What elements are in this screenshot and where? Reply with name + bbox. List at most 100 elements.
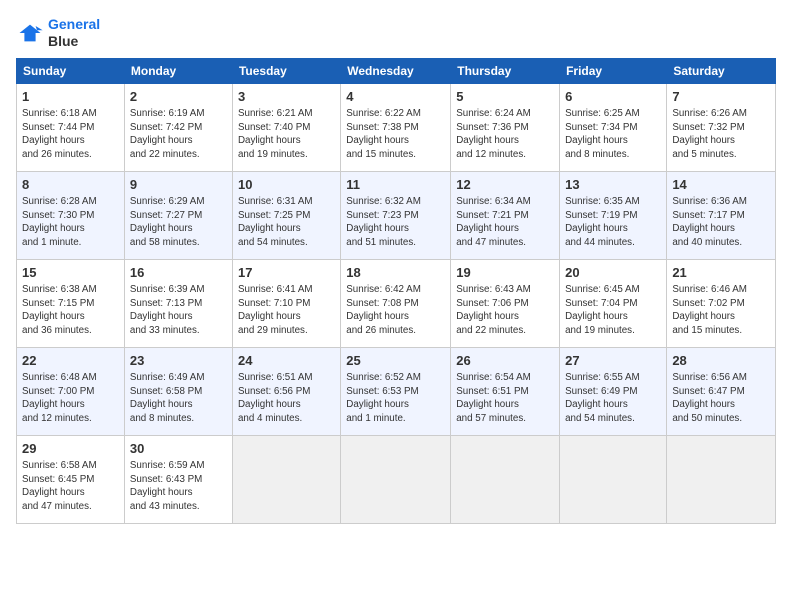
calendar-cell: 8Sunrise: 6:28 AMSunset: 7:30 PMDaylight… [17, 171, 125, 259]
cell-sunrise: Sunrise: 6:52 AM [346, 372, 421, 383]
weekday-header: Sunday [17, 58, 125, 83]
cell-sunset: Sunset: 7:08 PM [346, 298, 418, 309]
calendar-cell: 3Sunrise: 6:21 AMSunset: 7:40 PMDaylight… [232, 83, 340, 171]
calendar-cell: 17Sunrise: 6:41 AMSunset: 7:10 PMDayligh… [232, 259, 340, 347]
cell-daylight-value: and 22 minutes. [456, 325, 526, 336]
cell-daylight-label: Daylight hours [565, 223, 628, 234]
cell-sunrise: Sunrise: 6:29 AM [130, 196, 205, 207]
cell-daylight-label: Daylight hours [22, 135, 85, 146]
calendar-cell [667, 435, 776, 523]
cell-daylight-label: Daylight hours [672, 399, 735, 410]
calendar-cell: 20Sunrise: 6:45 AMSunset: 7:04 PMDayligh… [560, 259, 667, 347]
cell-daylight-value: and 47 minutes. [456, 237, 526, 248]
cell-sunset: Sunset: 6:47 PM [672, 386, 744, 397]
calendar-cell: 4Sunrise: 6:22 AMSunset: 7:38 PMDaylight… [341, 83, 451, 171]
calendar-cell [232, 435, 340, 523]
cell-daylight-label: Daylight hours [565, 399, 628, 410]
cell-sunset: Sunset: 7:40 PM [238, 122, 310, 133]
cell-daylight-value: and 1 minute. [346, 413, 405, 424]
cell-daylight-label: Daylight hours [346, 311, 409, 322]
cell-daylight-value: and 36 minutes. [22, 325, 92, 336]
cell-daylight-value: and 22 minutes. [130, 149, 200, 160]
calendar-week-row: 15Sunrise: 6:38 AMSunset: 7:15 PMDayligh… [17, 259, 776, 347]
cell-sunset: Sunset: 7:30 PM [22, 210, 94, 221]
calendar-cell: 1Sunrise: 6:18 AMSunset: 7:44 PMDaylight… [17, 83, 125, 171]
logo-icon [16, 19, 44, 47]
calendar-cell: 16Sunrise: 6:39 AMSunset: 7:13 PMDayligh… [124, 259, 232, 347]
day-number: 17 [238, 264, 335, 282]
cell-sunset: Sunset: 6:56 PM [238, 386, 310, 397]
cell-daylight-value: and 4 minutes. [238, 413, 302, 424]
day-number: 14 [672, 176, 770, 194]
day-number: 6 [565, 88, 661, 106]
cell-sunrise: Sunrise: 6:31 AM [238, 196, 313, 207]
cell-daylight-label: Daylight hours [130, 487, 193, 498]
cell-sunset: Sunset: 6:43 PM [130, 474, 202, 485]
cell-sunset: Sunset: 6:49 PM [565, 386, 637, 397]
cell-sunset: Sunset: 7:36 PM [456, 122, 528, 133]
logo-text: General Blue [48, 16, 100, 50]
cell-sunrise: Sunrise: 6:18 AM [22, 108, 97, 119]
weekday-header: Monday [124, 58, 232, 83]
cell-daylight-value: and 33 minutes. [130, 325, 200, 336]
cell-daylight-value: and 1 minute. [22, 237, 81, 248]
day-number: 13 [565, 176, 661, 194]
calendar-cell: 18Sunrise: 6:42 AMSunset: 7:08 PMDayligh… [341, 259, 451, 347]
day-number: 23 [130, 352, 227, 370]
day-number: 19 [456, 264, 554, 282]
calendar-cell: 10Sunrise: 6:31 AMSunset: 7:25 PMDayligh… [232, 171, 340, 259]
cell-daylight-label: Daylight hours [346, 135, 409, 146]
calendar-cell: 14Sunrise: 6:36 AMSunset: 7:17 PMDayligh… [667, 171, 776, 259]
calendar-cell: 28Sunrise: 6:56 AMSunset: 6:47 PMDayligh… [667, 347, 776, 435]
calendar-cell: 7Sunrise: 6:26 AMSunset: 7:32 PMDaylight… [667, 83, 776, 171]
cell-daylight-value: and 57 minutes. [456, 413, 526, 424]
cell-sunrise: Sunrise: 6:56 AM [672, 372, 747, 383]
cell-sunrise: Sunrise: 6:55 AM [565, 372, 640, 383]
cell-daylight-value: and 12 minutes. [22, 413, 92, 424]
calendar-cell: 22Sunrise: 6:48 AMSunset: 7:00 PMDayligh… [17, 347, 125, 435]
cell-sunset: Sunset: 7:13 PM [130, 298, 202, 309]
cell-sunrise: Sunrise: 6:58 AM [22, 460, 97, 471]
cell-daylight-label: Daylight hours [238, 135, 301, 146]
cell-daylight-label: Daylight hours [238, 223, 301, 234]
cell-daylight-value: and 58 minutes. [130, 237, 200, 248]
cell-sunset: Sunset: 7:15 PM [22, 298, 94, 309]
cell-daylight-value: and 12 minutes. [456, 149, 526, 160]
day-number: 12 [456, 176, 554, 194]
cell-daylight-value: and 26 minutes. [22, 149, 92, 160]
calendar-cell [560, 435, 667, 523]
cell-daylight-label: Daylight hours [22, 311, 85, 322]
calendar-cell: 30Sunrise: 6:59 AMSunset: 6:43 PMDayligh… [124, 435, 232, 523]
cell-sunset: Sunset: 7:42 PM [130, 122, 202, 133]
cell-sunrise: Sunrise: 6:48 AM [22, 372, 97, 383]
cell-daylight-value: and 40 minutes. [672, 237, 742, 248]
cell-sunrise: Sunrise: 6:59 AM [130, 460, 205, 471]
cell-sunset: Sunset: 7:06 PM [456, 298, 528, 309]
day-number: 10 [238, 176, 335, 194]
cell-daylight-value: and 54 minutes. [565, 413, 635, 424]
cell-daylight-label: Daylight hours [672, 223, 735, 234]
cell-sunset: Sunset: 7:34 PM [565, 122, 637, 133]
calendar-cell: 9Sunrise: 6:29 AMSunset: 7:27 PMDaylight… [124, 171, 232, 259]
calendar-week-row: 1Sunrise: 6:18 AMSunset: 7:44 PMDaylight… [17, 83, 776, 171]
cell-daylight-value: and 47 minutes. [22, 501, 92, 512]
cell-sunset: Sunset: 7:32 PM [672, 122, 744, 133]
cell-sunrise: Sunrise: 6:43 AM [456, 284, 531, 295]
day-number: 26 [456, 352, 554, 370]
cell-daylight-value: and 15 minutes. [346, 149, 416, 160]
calendar-week-row: 29Sunrise: 6:58 AMSunset: 6:45 PMDayligh… [17, 435, 776, 523]
cell-daylight-value: and 54 minutes. [238, 237, 308, 248]
calendar-cell: 6Sunrise: 6:25 AMSunset: 7:34 PMDaylight… [560, 83, 667, 171]
day-number: 21 [672, 264, 770, 282]
header: General Blue [16, 16, 776, 50]
cell-sunset: Sunset: 7:02 PM [672, 298, 744, 309]
cell-daylight-label: Daylight hours [565, 135, 628, 146]
cell-sunrise: Sunrise: 6:54 AM [456, 372, 531, 383]
weekday-header: Thursday [451, 58, 560, 83]
cell-daylight-label: Daylight hours [130, 399, 193, 410]
calendar-cell: 24Sunrise: 6:51 AMSunset: 6:56 PMDayligh… [232, 347, 340, 435]
calendar-cell: 15Sunrise: 6:38 AMSunset: 7:15 PMDayligh… [17, 259, 125, 347]
cell-sunrise: Sunrise: 6:42 AM [346, 284, 421, 295]
cell-sunrise: Sunrise: 6:34 AM [456, 196, 531, 207]
day-number: 3 [238, 88, 335, 106]
